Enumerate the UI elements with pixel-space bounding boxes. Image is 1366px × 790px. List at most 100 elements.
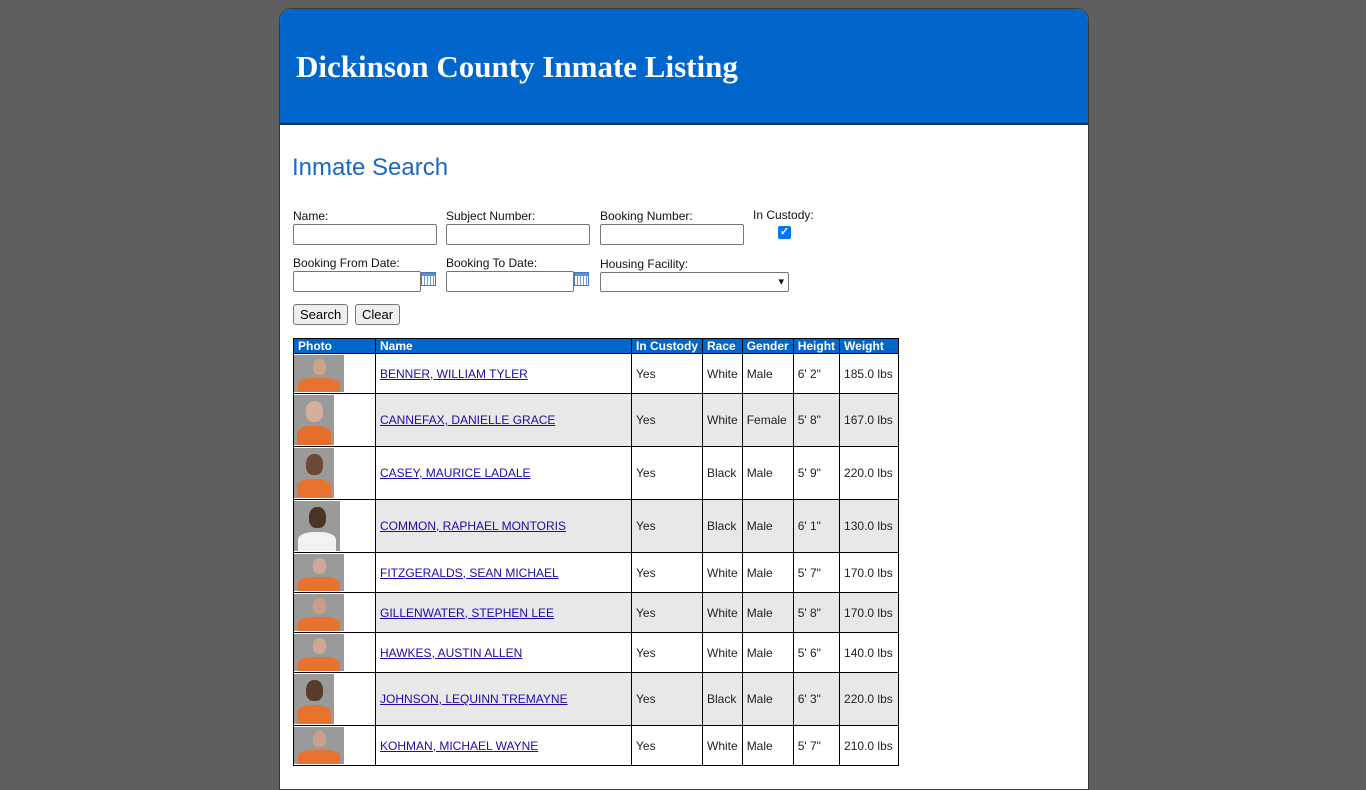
table-row: FITZGERALDS, SEAN MICHAEL Yes White Male 5' …: [294, 553, 899, 592]
inmate-photo[interactable]: [294, 727, 344, 764]
table-row: CANNEFAX, DANIELLE GRACE Yes White Female 5'…: [294, 394, 899, 446]
booking-to-date-field: Booking To Date:: [446, 256, 574, 292]
height-cell: 6' 3": [793, 673, 840, 725]
photo-cell: [294, 633, 375, 672]
subject-number-input[interactable]: [446, 224, 590, 245]
in-custody-cell: Yes: [632, 447, 702, 499]
chevron-down-icon: ▾: [778, 276, 784, 288]
race-cell: White: [703, 553, 742, 592]
name-label: Name:: [293, 209, 329, 223]
in-custody-cell: Yes: [632, 553, 702, 592]
name-cell: KOHMAN, MICHAEL WAYNE: [376, 726, 631, 765]
page-container: Dickinson County Inmate Listing Inmate S…: [279, 8, 1089, 790]
table-row: JOHNSON, LEQUINN TREMAYNE Yes Black Male 6' …: [294, 673, 899, 725]
race-cell: White: [703, 394, 742, 446]
housing-facility-label: Housing Facility:: [600, 257, 689, 271]
height-cell: 5' 8": [793, 394, 840, 446]
photo-cell: [294, 593, 375, 632]
gender-cell: Male: [742, 354, 793, 393]
column-header-race: Race: [703, 339, 742, 353]
booking-number-label: Booking Number:: [600, 209, 693, 223]
race-cell: White: [703, 726, 742, 765]
weight-cell: 170.0 lbs: [840, 553, 899, 592]
photo-cell: [294, 553, 375, 592]
height-cell: 5' 9": [793, 447, 840, 499]
inmate-photo[interactable]: [294, 395, 334, 445]
inmate-photo[interactable]: [294, 501, 340, 551]
inmate-name-link[interactable]: JOHNSON, LEQUINN TREMAYNE: [380, 692, 568, 706]
subject-number-label: Subject Number:: [446, 209, 536, 223]
photo-cell: [294, 500, 375, 552]
inmate-photo[interactable]: [294, 448, 334, 498]
photo-cell: [294, 673, 375, 725]
clear-button[interactable]: Clear: [355, 304, 401, 325]
name-input[interactable]: [293, 224, 437, 245]
inmate-name-link[interactable]: FITZGERALDS, SEAN MICHAEL: [380, 566, 559, 580]
name-cell: JOHNSON, LEQUINN TREMAYNE: [376, 673, 631, 725]
table-row: CASEY, MAURICE LADALE Yes Black Male 5' 9" 22…: [294, 447, 899, 499]
table-row: GILLENWATER, STEPHEN LEE Yes White Male 5' 8…: [294, 593, 899, 632]
in-custody-field: In Custody:: [753, 208, 814, 223]
inmate-photo[interactable]: [294, 674, 334, 724]
inmate-photo[interactable]: [294, 554, 344, 591]
race-cell: White: [703, 354, 742, 393]
height-cell: 5' 8": [793, 593, 840, 632]
weight-cell: 167.0 lbs: [840, 394, 899, 446]
name-cell: CANNEFAX, DANIELLE GRACE: [376, 394, 631, 446]
gender-cell: Male: [742, 633, 793, 672]
photo-cell: [294, 726, 375, 765]
inmate-name-link[interactable]: CASEY, MAURICE LADALE: [380, 466, 531, 480]
weight-cell: 220.0 lbs: [840, 673, 899, 725]
results-table: Photo Name In Custody Race Gender Height…: [293, 338, 900, 766]
booking-from-date-field: Booking From Date:: [293, 256, 421, 292]
in-custody-checkbox[interactable]: ✓: [778, 226, 791, 239]
table-row: HAWKES, AUSTIN ALLEN Yes White Male 5' 6" 140…: [294, 633, 899, 672]
inmate-name-link[interactable]: BENNER, WILLIAM TYLER: [380, 367, 528, 381]
weight-cell: 210.0 lbs: [840, 726, 899, 765]
subject-number-field: Subject Number:: [446, 209, 590, 245]
race-cell: Black: [703, 500, 742, 552]
race-cell: White: [703, 633, 742, 672]
inmate-name-link[interactable]: CANNEFAX, DANIELLE GRACE: [380, 413, 555, 427]
photo-cell: [294, 354, 375, 393]
weight-cell: 140.0 lbs: [840, 633, 899, 672]
inmate-name-link[interactable]: COMMON, RAPHAEL MONTORIS: [380, 519, 566, 533]
race-cell: White: [703, 593, 742, 632]
in-custody-cell: Yes: [632, 500, 702, 552]
booking-to-date-input[interactable]: [446, 271, 574, 292]
height-cell: 5' 7": [793, 553, 840, 592]
calendar-icon[interactable]: [574, 272, 589, 286]
housing-facility-select[interactable]: ▾: [600, 272, 789, 292]
booking-number-input[interactable]: [600, 224, 744, 245]
height-cell: 6' 2": [793, 354, 840, 393]
inmate-name-link[interactable]: KOHMAN, MICHAEL WAYNE: [380, 739, 538, 753]
inmate-photo[interactable]: [294, 594, 344, 631]
inmate-name-link[interactable]: HAWKES, AUSTIN ALLEN: [380, 646, 522, 660]
booking-from-date-input[interactable]: [293, 271, 421, 292]
gender-cell: Male: [742, 593, 793, 632]
inmate-photo[interactable]: [294, 355, 344, 392]
height-cell: 5' 7": [793, 726, 840, 765]
table-row: BENNER, WILLIAM TYLER Yes White Male 6' 2" 18…: [294, 354, 899, 393]
name-field: Name:: [293, 209, 437, 245]
inmate-photo[interactable]: [294, 634, 344, 671]
race-cell: Black: [703, 447, 742, 499]
name-cell: CASEY, MAURICE LADALE: [376, 447, 631, 499]
in-custody-cell: Yes: [632, 673, 702, 725]
page-title: Dickinson County Inmate Listing: [296, 49, 738, 84]
gender-cell: Male: [742, 726, 793, 765]
inmate-name-link[interactable]: GILLENWATER, STEPHEN LEE: [380, 606, 554, 620]
search-button[interactable]: Search: [293, 304, 349, 325]
weight-cell: 185.0 lbs: [840, 354, 899, 393]
column-header-gender: Gender: [742, 339, 793, 353]
housing-facility-field: Housing Facility: ▾: [600, 257, 789, 292]
gender-cell: Male: [742, 500, 793, 552]
in-custody-cell: Yes: [632, 726, 702, 765]
height-cell: 5' 6": [793, 633, 840, 672]
calendar-icon[interactable]: [421, 272, 436, 286]
in-custody-cell: Yes: [632, 593, 702, 632]
booking-number-field: Booking Number:: [600, 209, 744, 245]
name-cell: HAWKES, AUSTIN ALLEN: [376, 633, 631, 672]
in-custody-cell: Yes: [632, 354, 702, 393]
gender-cell: Female: [742, 394, 793, 446]
